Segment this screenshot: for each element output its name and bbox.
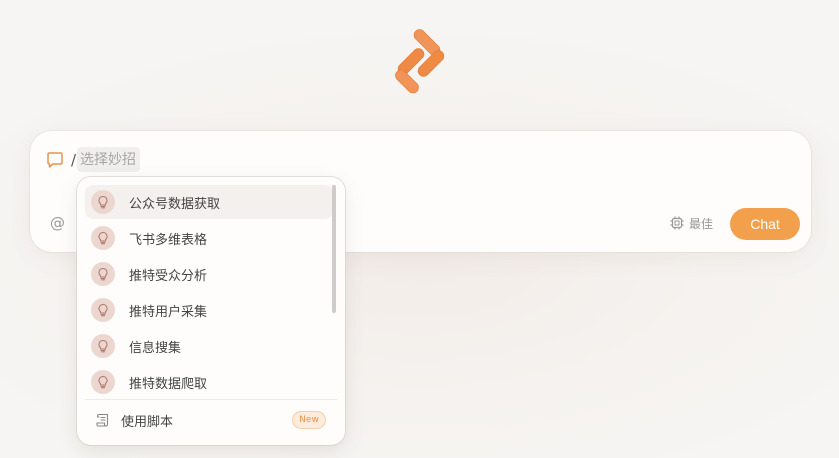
chat-send-button[interactable]: Chat: [730, 208, 800, 240]
trick-item[interactable]: 飞书多维表格: [85, 221, 333, 255]
lightbulb-icon: [91, 262, 115, 286]
slash-command-prefix: /: [71, 151, 77, 169]
lightbulb-icon: [91, 226, 115, 250]
use-script-label: 使用脚本: [121, 414, 174, 430]
lightbulb-icon: [91, 190, 115, 214]
chat-bubble-icon: [47, 152, 63, 168]
dropdown-divider: [85, 399, 337, 400]
mention-button[interactable]: @: [50, 213, 65, 233]
trick-item-label: 推特数据爬取: [129, 376, 208, 392]
lightbulb-icon: [91, 298, 115, 322]
scroll-icon: [96, 413, 109, 427]
new-badge: New: [292, 411, 326, 429]
tricks-list: 公众号数据获取 飞书多维表格 推特受众分析 推特用户采集 信息搜集 推特数据爬取: [85, 185, 333, 401]
use-script-item[interactable]: 使用脚本 New: [95, 409, 329, 431]
trick-item-label: 信息搜集: [129, 340, 182, 356]
trick-item[interactable]: 信息搜集: [85, 329, 333, 363]
model-selector[interactable]: 最佳: [669, 213, 713, 233]
brand-logo: [395, 29, 445, 94]
trick-item-label: 公众号数据获取: [129, 196, 221, 212]
model-label: 最佳: [689, 216, 714, 231]
trick-item-label: 推特受众分析: [129, 268, 208, 284]
lightbulb-icon: [91, 370, 115, 394]
trick-search-input[interactable]: [77, 147, 140, 172]
trick-item[interactable]: 推特数据爬取: [85, 365, 333, 399]
trick-item-label: 推特用户采集: [129, 304, 208, 320]
trick-item[interactable]: 公众号数据获取: [85, 185, 333, 219]
tricks-dropdown: 公众号数据获取 飞书多维表格 推特受众分析 推特用户采集 信息搜集 推特数据爬取…: [77, 177, 345, 445]
trick-item[interactable]: 推特受众分析: [85, 257, 333, 291]
dropdown-scrollbar[interactable]: [332, 185, 336, 313]
trick-item-label: 飞书多维表格: [129, 232, 208, 248]
trick-item[interactable]: 推特用户采集: [85, 293, 333, 327]
chip-icon: [670, 216, 684, 230]
lightbulb-icon: [91, 334, 115, 358]
